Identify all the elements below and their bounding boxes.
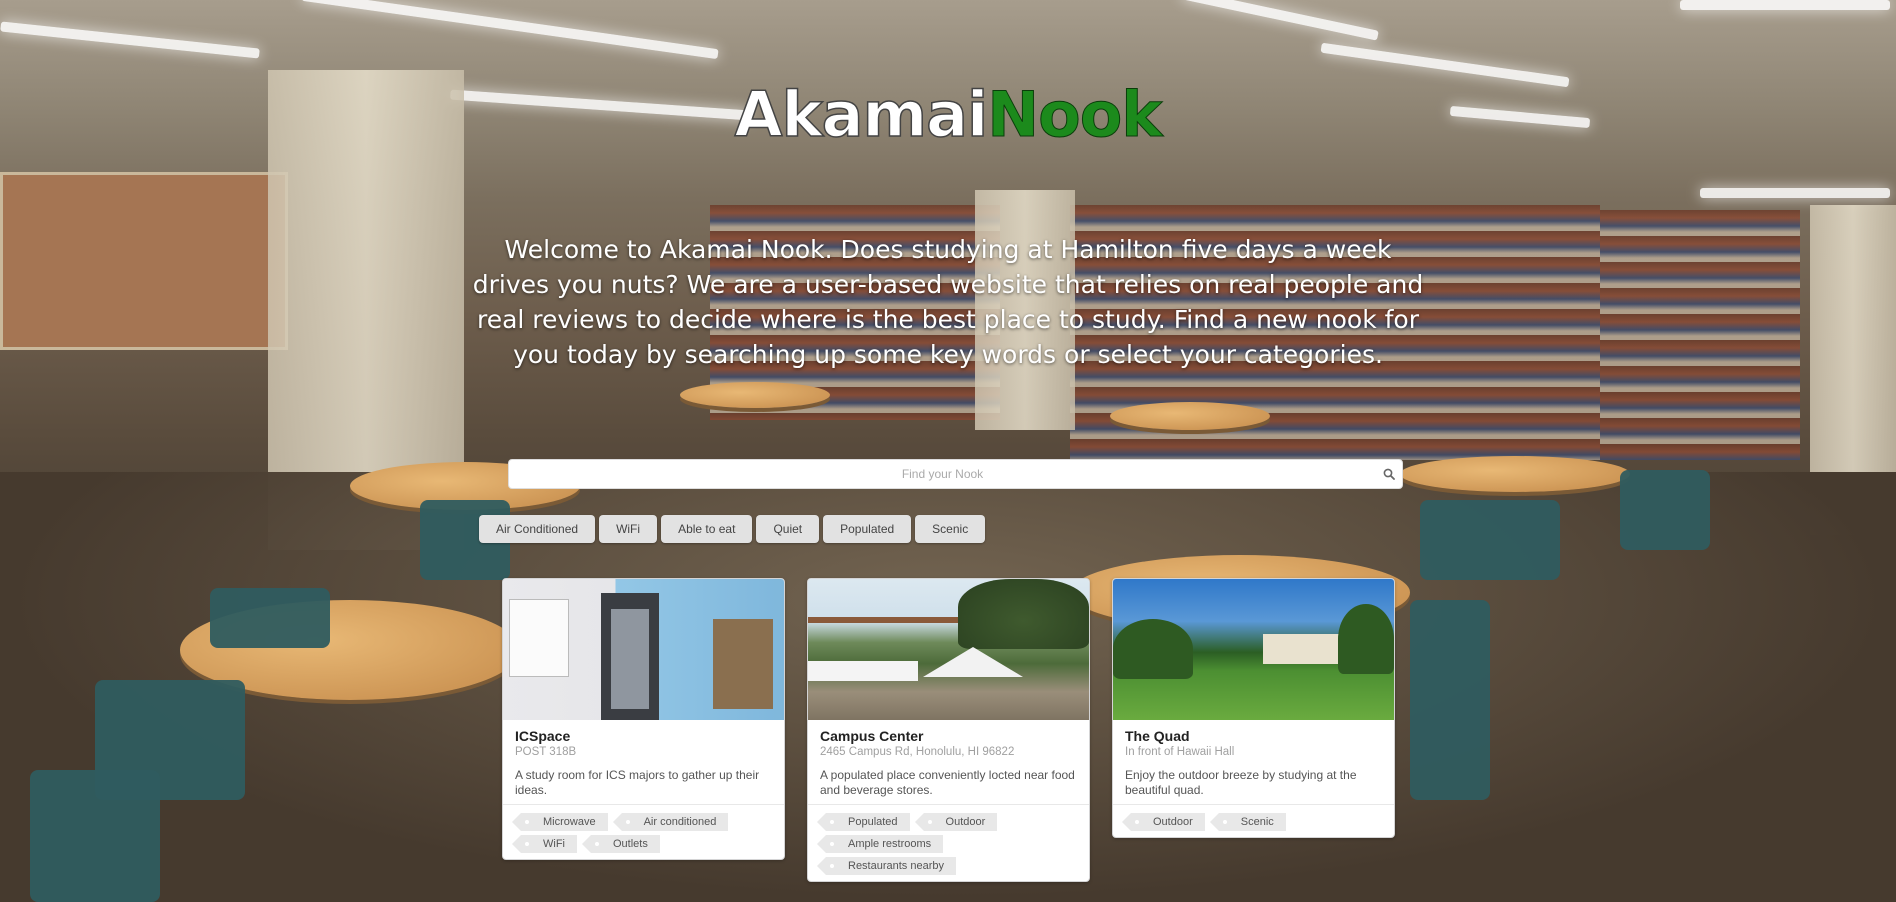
- tag-label[interactable]: Outlets: [582, 835, 660, 853]
- background-bookshelf: [1600, 210, 1800, 460]
- tag-label[interactable]: Outdoor: [1122, 813, 1205, 831]
- filter-quiet-button[interactable]: Quiet: [756, 515, 820, 543]
- background-chair: [1620, 470, 1710, 550]
- card-location: POST 318B: [515, 746, 577, 758]
- card-image-campus-center: [808, 579, 1089, 720]
- card-image-the-quad: [1113, 579, 1394, 720]
- card-location: 2465 Campus Rd, Honolulu, HI 96822: [820, 746, 1015, 758]
- tag-label[interactable]: Air conditioned: [612, 813, 729, 831]
- welcome-message: Welcome to Akamai Nook. Does studying at…: [472, 235, 1424, 369]
- background-chair: [30, 770, 160, 902]
- logo-akamai-text: Akamai: [734, 77, 989, 152]
- filter-populated-button[interactable]: Populated: [823, 515, 912, 543]
- filter-scenic-button[interactable]: Scenic: [915, 515, 986, 543]
- card-description: Enjoy the outdoor breeze by studying at …: [1125, 768, 1357, 797]
- nook-card-the-quad[interactable]: The Quad In front of Hawaii Hall Enjoy t…: [1112, 578, 1395, 838]
- card-tags: Populated Outdoor Ample restrooms Restau…: [808, 804, 1089, 881]
- search-icon[interactable]: [1376, 468, 1402, 480]
- background-table: [1400, 456, 1630, 492]
- card-title[interactable]: ICSpace: [515, 728, 772, 744]
- background-chair: [210, 588, 330, 648]
- background-chair: [1420, 500, 1560, 580]
- tag-label[interactable]: Scenic: [1209, 813, 1286, 831]
- background-corkboard: [0, 172, 288, 350]
- tag-label[interactable]: WiFi: [512, 835, 577, 853]
- category-filters: Air Conditioned WiFi Able to eat Quiet P…: [479, 515, 986, 543]
- nook-card-icspace[interactable]: ICSpace POST 318B A study room for ICS m…: [502, 578, 785, 860]
- tag-label[interactable]: Ample restrooms: [816, 835, 944, 853]
- card-title[interactable]: The Quad: [1125, 728, 1382, 744]
- tag-label[interactable]: Outdoor: [914, 813, 998, 831]
- nook-card-campus-center[interactable]: Campus Center 2465 Campus Rd, Honolulu, …: [807, 578, 1090, 882]
- search-bar[interactable]: [508, 459, 1403, 489]
- app-logo[interactable]: AkamaiNook: [0, 77, 1896, 152]
- card-title[interactable]: Campus Center: [820, 728, 1077, 744]
- logo-nook-text: Nook: [987, 78, 1163, 152]
- tag-label[interactable]: Restaurants nearby: [817, 857, 956, 875]
- card-location: In front of Hawaii Hall: [1125, 746, 1235, 758]
- tag-label[interactable]: Populated: [817, 813, 910, 831]
- card-description: A populated place conveniently locted ne…: [820, 768, 1075, 797]
- background-table: [1110, 402, 1270, 430]
- card-description: A study room for ICS majors to gather up…: [515, 768, 760, 797]
- background-table: [680, 382, 830, 408]
- filter-able-to-eat-button[interactable]: Able to eat: [661, 515, 753, 543]
- background-chair: [1410, 600, 1490, 800]
- card-tags: Outdoor Scenic: [1113, 804, 1394, 837]
- filter-air-conditioned-button[interactable]: Air Conditioned: [479, 515, 596, 543]
- tag-label[interactable]: Microwave: [512, 813, 608, 831]
- filter-wifi-button[interactable]: WiFi: [599, 515, 658, 543]
- card-image-icspace: [503, 579, 784, 720]
- search-input[interactable]: [509, 466, 1376, 482]
- card-tags: Microwave Air conditioned WiFi Outlets: [503, 804, 784, 859]
